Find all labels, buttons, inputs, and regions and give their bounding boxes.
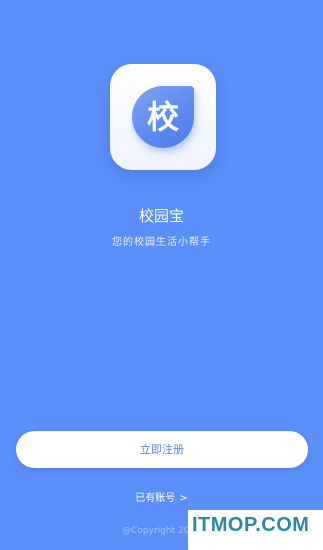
logo-character: 校	[146, 98, 179, 136]
app-logo: 校	[110, 64, 216, 170]
chevron-right-icon: >	[179, 493, 188, 504]
register-button[interactable]: 立即注册	[16, 431, 308, 468]
login-link[interactable]: 已有账号 >	[0, 489, 323, 504]
watermark-text: ITMOP.COM	[192, 514, 310, 536]
app-name: 校园宝	[138, 207, 184, 225]
app-slogan: 您的校园生活小帮手	[112, 237, 211, 248]
login-link-label: 已有账号	[135, 493, 176, 504]
splash-screen: 校 校园宝 您的校园生活小帮手 立即注册 已有账号 > @Copyright 20…	[0, 0, 323, 550]
